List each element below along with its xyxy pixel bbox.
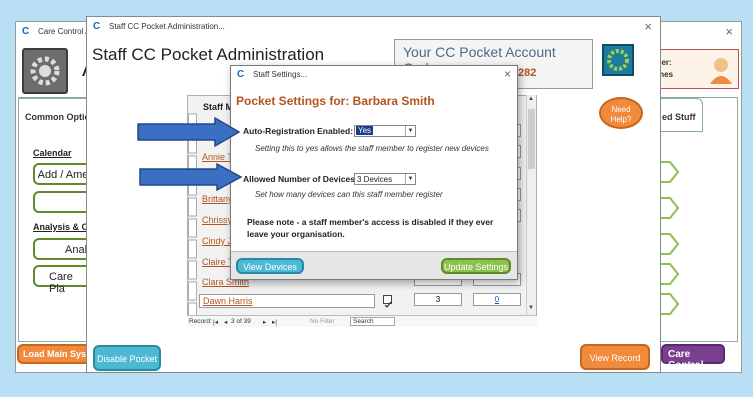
record-search-box[interactable]: Search: [350, 317, 395, 326]
allowed-devices-help: Set how many devices can this staff memb…: [255, 190, 443, 199]
user-info-box: ser: mes: [653, 49, 739, 89]
auto-registration-value: Yes: [356, 126, 374, 135]
care-plan-button[interactable]: Care Pla: [33, 265, 93, 295]
staff-name-link[interactable]: Annie T: [202, 152, 233, 162]
staff-name-field[interactable]: Dawn Harris: [199, 294, 375, 308]
need-help-button[interactable]: Need Help?: [599, 97, 643, 129]
record-position[interactable]: 3 of 39: [231, 318, 251, 325]
record-navigation-bar: Record: |◂ ◂ 3 of 39 ▸ ▸| No Filter Sear…: [187, 315, 537, 327]
scroll-up-icon[interactable]: ▲: [528, 96, 534, 102]
auto-registration-help: Setting this to yes allows the staff mem…: [255, 144, 489, 153]
registered-devices-link[interactable]: 0: [473, 293, 521, 306]
last-record-icon[interactable]: ▸|: [272, 318, 277, 326]
scroll-down-icon[interactable]: ▼: [528, 305, 534, 311]
allowed-devices-select[interactable]: 3 Devices ▼: [354, 173, 416, 185]
analysis-button[interactable]: Anal: [33, 238, 93, 260]
care-control-logo-icon: C: [237, 69, 245, 80]
analysis-link[interactable]: Analysis & Co: [33, 222, 94, 232]
tab-common-options[interactable]: Common Optio: [18, 98, 92, 132]
scroll-thumb[interactable]: [528, 109, 535, 169]
view-record-button[interactable]: View Record: [580, 344, 650, 370]
disable-pocket-button[interactable]: Disable Pocket: [93, 345, 161, 371]
right-side-buttons: [660, 160, 680, 330]
account-code-value: 282: [518, 67, 537, 79]
next-record-icon[interactable]: ▸: [263, 318, 266, 326]
side-button-2[interactable]: [33, 191, 93, 213]
calendar-link[interactable]: Calendar: [33, 148, 72, 158]
staff-window-close-icon[interactable]: ×: [644, 19, 652, 34]
auto-registration-label: Auto-Registration Enabled:: [243, 126, 354, 136]
staff-name-link[interactable]: Claire T: [202, 257, 233, 267]
pocket-app-icon: [602, 44, 634, 76]
view-devices-button[interactable]: View Devices: [236, 258, 304, 274]
no-filter-indicator[interactable]: No Filter: [310, 318, 335, 325]
staff-name-link[interactable]: Dawn Harris: [203, 296, 253, 306]
load-main-system-button[interactable]: Load Main Sys: [17, 344, 93, 364]
dialog-title: Staff Settings...: [253, 70, 308, 79]
prev-record-icon[interactable]: ◂: [224, 318, 227, 326]
auto-registration-select[interactable]: Yes ▼: [354, 125, 416, 137]
annotation-arrow-icon: [137, 117, 241, 147]
staff-window-title-bar: C Staff CC Pocket Administration...: [87, 17, 660, 37]
pocket-enabled-checkbox[interactable]: [383, 295, 392, 308]
dialog-heading: Pocket Settings for: Barbara Smith: [236, 94, 435, 108]
devices-count-field[interactable]: 3: [414, 293, 462, 306]
allowed-devices-label: Allowed Number of Devices: [243, 174, 355, 184]
staff-window-title: Staff CC Pocket Administration...: [109, 22, 225, 31]
record-label: Record:: [189, 318, 212, 325]
tab-assisted-stuff[interactable]: ed Stuff: [655, 98, 703, 132]
dialog-title-bar: C Staff Settings...: [231, 66, 517, 84]
allowed-devices-value: 3 Devices: [357, 175, 393, 184]
update-settings-button[interactable]: Update Settings: [441, 258, 511, 274]
add-amend-button[interactable]: Add / Ame: [33, 163, 93, 185]
leave-note: Please note - a staff member's access is…: [247, 217, 494, 239]
dialog-close-icon[interactable]: ×: [504, 67, 511, 81]
annotation-arrow-icon: [139, 163, 243, 191]
chevron-down-icon[interactable]: ▼: [405, 126, 415, 136]
user-avatar-icon: [708, 56, 734, 84]
staff-window-heading: Staff CC Pocket Administration: [92, 45, 325, 64]
first-record-icon[interactable]: |◂: [213, 318, 218, 326]
staff-name-link[interactable]: Chrissy: [202, 215, 232, 225]
care-control-button[interactable]: Care Control: [661, 344, 725, 371]
staff-name-link[interactable]: Brittany: [202, 194, 233, 204]
chevron-down-icon[interactable]: ▼: [405, 174, 415, 184]
care-control-logo-icon: C: [22, 26, 30, 37]
settings-gear-icon: [22, 48, 68, 94]
staff-settings-dialog: C Staff Settings... × Pocket Settings fo…: [230, 65, 518, 280]
staff-list-header: Staff M: [203, 102, 233, 112]
staff-list-scrollbar[interactable]: ▲ ▼: [526, 95, 536, 315]
care-control-logo-icon: C: [93, 21, 101, 32]
main-close-icon[interactable]: ×: [725, 24, 733, 39]
